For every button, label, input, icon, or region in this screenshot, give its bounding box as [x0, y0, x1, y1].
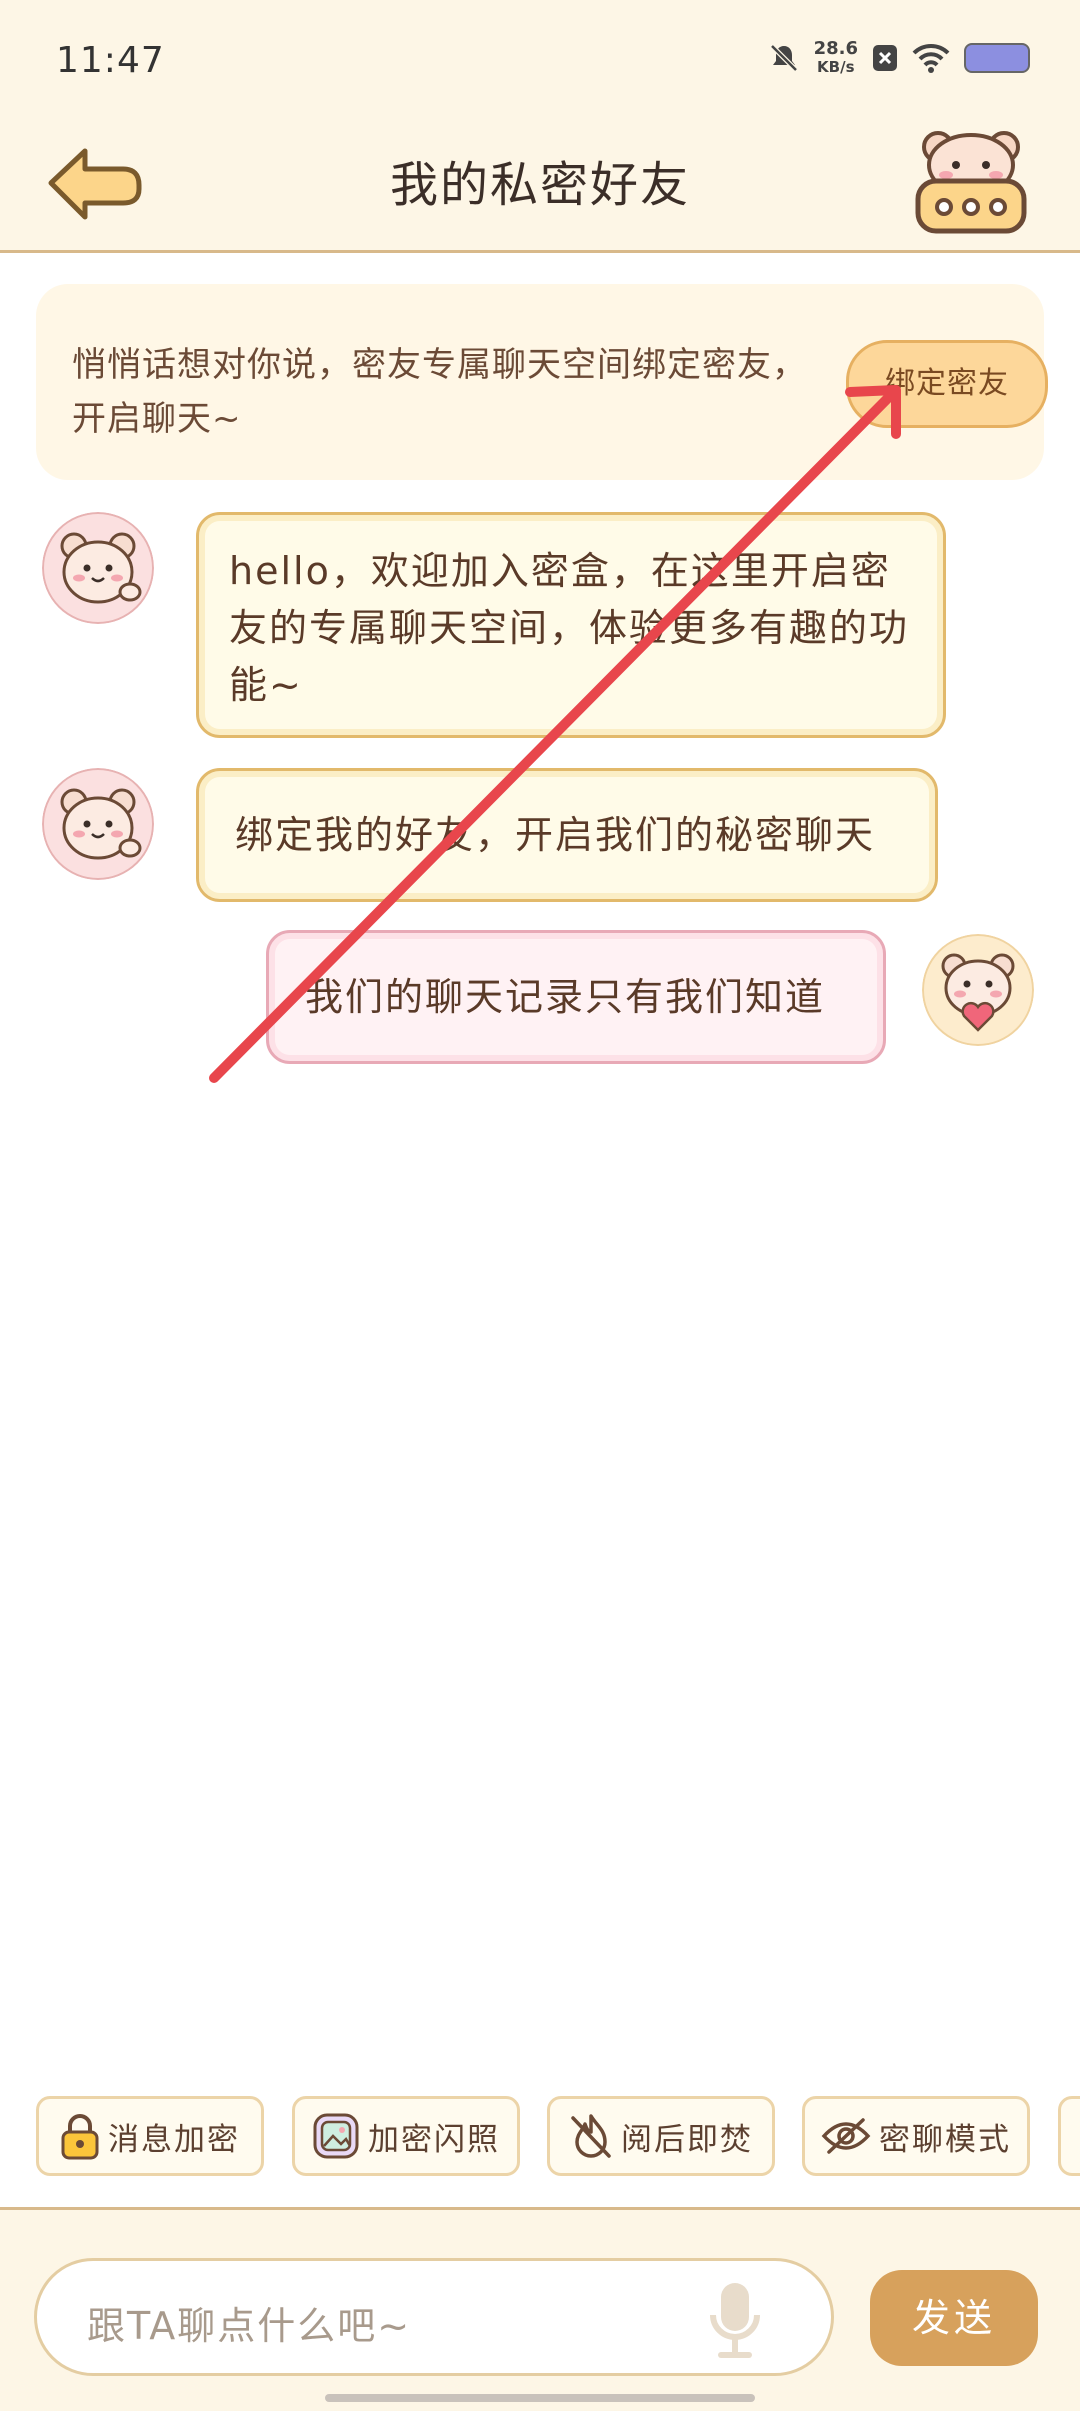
fire-off-icon [571, 2114, 611, 2158]
eye-off-icon [821, 2118, 871, 2154]
mic-button[interactable] [707, 2281, 763, 2365]
bear-heart-icon [922, 934, 1034, 1046]
notice-text: 悄悄话想对你说，密友专属聊天空间绑定密友，开启聊天~ [72, 345, 807, 439]
message-input[interactable]: 跟TA聊点什么吧~ [34, 2258, 834, 2376]
message-bubble-2[interactable]: 绑定我的好友，开启我们的秘密聊天 [196, 768, 938, 902]
net-speed-unit: KB/s [817, 58, 855, 76]
home-indicator [325, 2394, 755, 2402]
more-menu-button[interactable] [912, 125, 1030, 237]
tool-more-partial[interactable] [1058, 2096, 1080, 2176]
wifi-icon [912, 43, 950, 73]
input-bar: 跟TA聊点什么吧~ 发送 [0, 2207, 1080, 2411]
bear-wave-icon [42, 512, 154, 624]
header: 我的私密好友 [0, 125, 1080, 253]
status-bar: 11:47 28.6 KB/s [0, 0, 1080, 125]
photo-icon [313, 2113, 359, 2159]
status-icons: 28.6 KB/s [768, 40, 1030, 76]
message-text-3: 我们的聊天记录只有我们知道 [305, 975, 826, 1019]
message-bubble-3[interactable]: 我们的聊天记录只有我们知道 [266, 930, 886, 1064]
tool-row: 消息加密 加密闪照 阅后即焚 密聊模式 [0, 2096, 1080, 2180]
message-text-2: 绑定我的好友，开启我们的秘密聊天 [235, 813, 876, 857]
status-time: 11:47 [56, 40, 165, 81]
input-placeholder: 跟TA聊点什么吧~ [87, 2304, 412, 2348]
bind-notice-card: 悄悄话想对你说，密友专属聊天空间绑定密友，开启聊天~ 绑定密友 [36, 284, 1048, 480]
tool-label: 阅后即焚 [621, 2121, 753, 2158]
message-bubble-1[interactable]: hello，欢迎加入密盒，在这里开启密友的专属聊天空间，体验更多有趣的功能~ [196, 512, 946, 738]
tool-label: 加密闪照 [368, 2121, 500, 2158]
lock-icon [61, 2114, 99, 2160]
tool-secret-chat-mode[interactable]: 密聊模式 [802, 2096, 1030, 2176]
send-button[interactable]: 发送 [870, 2270, 1038, 2366]
bear-wave-icon [42, 768, 154, 880]
bear-avatar-1[interactable] [42, 512, 154, 624]
tool-label: 消息加密 [108, 2121, 240, 2158]
tool-burn-after-reading[interactable]: 阅后即焚 [547, 2096, 775, 2176]
message-text-1: hello，欢迎加入密盒，在这里开启密友的专属聊天空间，体验更多有趣的功能~ [229, 549, 910, 707]
microphone-icon [710, 2283, 760, 2358]
bear-menu-icon [915, 131, 1027, 234]
mute-bell-icon [769, 44, 798, 72]
battery-icon [964, 43, 1030, 73]
tool-message-encrypt[interactable]: 消息加密 [36, 2096, 264, 2176]
net-speed: 28.6 KB/s [813, 38, 858, 77]
my-avatar[interactable] [922, 934, 1034, 1046]
net-speed-value: 28.6 [813, 38, 858, 59]
tool-label: 密聊模式 [879, 2121, 1011, 2158]
bear-avatar-2[interactable] [42, 768, 154, 880]
tool-encrypted-photo[interactable]: 加密闪照 [292, 2096, 520, 2176]
box-x-icon [873, 45, 897, 71]
bind-friend-button[interactable]: 绑定密友 [846, 340, 1048, 428]
